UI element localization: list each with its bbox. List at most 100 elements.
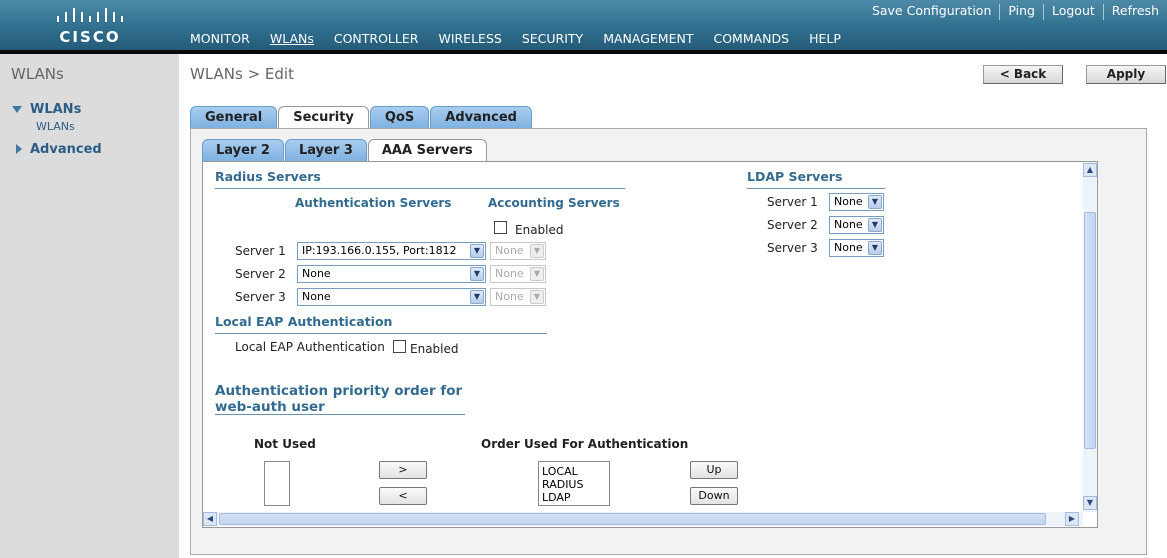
logout-link[interactable]: Logout <box>1042 4 1103 20</box>
priority-title-line2: web-auth user <box>215 399 325 415</box>
local-eap-title: Local EAP Authentication <box>215 314 393 329</box>
ping-link[interactable]: Ping <box>999 4 1043 20</box>
accounting-enabled-checkbox[interactable] <box>494 221 507 234</box>
expanded-triangle-icon[interactable] <box>12 106 22 113</box>
ldap-server1-label: Server 1 <box>767 195 818 209</box>
sidebar: WLANs WLANs WLANs Advanced <box>0 54 179 558</box>
priority-divider <box>215 414 465 415</box>
auth-server1-select[interactable]: IP:193.166.0.155, Port:1812 ▼ <box>297 242 486 260</box>
acct-server2-select: None ▼ <box>490 265 546 283</box>
vertical-scroll-thumb[interactable] <box>1084 212 1096 449</box>
nav-wireless[interactable]: WIRELESS <box>438 31 501 46</box>
tab-advanced[interactable]: Advanced <box>430 106 532 128</box>
move-left-button[interactable]: < <box>379 487 427 505</box>
subtab-aaa-servers[interactable]: AAA Servers <box>367 139 487 162</box>
ldap-server3-value: None <box>834 241 863 254</box>
nav-management[interactable]: MANAGEMENT <box>603 31 693 46</box>
ldap-server2-label: Server 2 <box>767 218 818 232</box>
save-configuration-link[interactable]: Save Configuration <box>864 4 999 20</box>
auth-server2-value: None <box>302 267 331 280</box>
horizontal-scroll-thumb[interactable] <box>219 513 1046 525</box>
main-tabs: General Security QoS Advanced <box>190 106 533 129</box>
chevron-down-icon: ▼ <box>868 218 882 232</box>
scroll-down-icon[interactable]: ▼ <box>1083 496 1097 510</box>
priority-title-line1: Authentication priority order for <box>215 383 463 399</box>
sidebar-item-wlans[interactable]: WLANs <box>30 102 81 117</box>
subtab-layer3[interactable]: Layer 3 <box>284 139 367 161</box>
not-used-listbox[interactable] <box>264 461 290 506</box>
local-eap-divider <box>215 333 547 334</box>
nav-controller[interactable]: CONTROLLER <box>334 31 419 46</box>
refresh-link[interactable]: Refresh <box>1102 4 1167 20</box>
security-subtabs: Layer 2 Layer 3 AAA Servers <box>202 139 488 162</box>
chevron-down-icon: ▼ <box>530 244 544 258</box>
ldap-server3-select[interactable]: None ▼ <box>829 239 884 257</box>
ldap-servers-title: LDAP Servers <box>747 169 843 184</box>
tab-qos[interactable]: QoS <box>369 106 430 128</box>
radius-servers-title: Radius Servers <box>215 169 321 184</box>
server1-label: Server 1 <box>235 244 286 258</box>
local-eap-label: Local EAP Authentication <box>235 340 385 354</box>
nav-security[interactable]: SECURITY <box>522 31 583 46</box>
chevron-down-icon: ▼ <box>868 195 882 209</box>
chevron-down-icon: ▼ <box>470 267 484 281</box>
ldap-server1-value: None <box>834 195 863 208</box>
top-header: CISCO Save Configuration Ping Logout Ref… <box>0 0 1167 50</box>
collapsed-triangle-icon[interactable] <box>16 144 22 154</box>
chevron-down-icon: ▼ <box>530 290 544 304</box>
local-eap-enabled-checkbox[interactable] <box>393 340 406 353</box>
apply-button[interactable]: Apply <box>1086 65 1166 84</box>
utility-links: Save Configuration Ping Logout Refresh <box>864 4 1167 20</box>
order-item-local[interactable]: LOCAL <box>542 465 609 478</box>
cisco-logo: CISCO <box>52 6 128 46</box>
nav-help[interactable]: HELP <box>809 31 841 46</box>
cisco-bars-icon <box>57 8 123 22</box>
auth-server3-value: None <box>302 290 331 303</box>
move-right-button[interactable]: > <box>379 461 427 479</box>
brand-text: CISCO <box>59 28 121 46</box>
ldap-server3-label: Server 3 <box>767 241 818 255</box>
server3-label: Server 3 <box>235 290 286 304</box>
sidebar-item-advanced[interactable]: Advanced <box>30 142 102 157</box>
subtab-layer2[interactable]: Layer 2 <box>202 139 284 161</box>
order-item-radius[interactable]: RADIUS <box>542 478 609 491</box>
nav-monitor[interactable]: MONITOR <box>190 31 250 46</box>
auth-server2-select[interactable]: None ▼ <box>297 265 486 283</box>
accounting-enabled-label: Enabled <box>515 223 564 237</box>
server2-label: Server 2 <box>235 267 286 281</box>
nav-commands[interactable]: COMMANDS <box>713 31 789 46</box>
auth-server3-select[interactable]: None ▼ <box>297 288 486 306</box>
order-used-listbox[interactable]: LOCAL RADIUS LDAP <box>538 461 610 506</box>
acct-server1-select: None ▼ <box>490 242 546 260</box>
main-nav: MONITOR WLANs CONTROLLER WIRELESS SECURI… <box>190 31 861 46</box>
chevron-down-icon: ▼ <box>470 244 484 258</box>
ldap-server2-value: None <box>834 218 863 231</box>
order-used-heading: Order Used For Authentication <box>481 437 689 451</box>
up-button[interactable]: Up <box>690 461 738 479</box>
auth-server1-value: IP:193.166.0.155, Port:1812 <box>302 244 457 257</box>
page-title: WLANs > Edit <box>190 65 294 83</box>
nav-wlans[interactable]: WLANs <box>270 31 314 46</box>
local-eap-enabled-label: Enabled <box>410 342 459 356</box>
tab-security[interactable]: Security <box>278 106 369 129</box>
acct-server3-value: None <box>495 290 524 303</box>
acct-server2-value: None <box>495 267 524 280</box>
back-button[interactable]: < Back <box>983 65 1063 84</box>
scroll-left-icon[interactable]: ◀ <box>203 512 217 526</box>
scroll-right-icon[interactable]: ▶ <box>1065 512 1079 526</box>
order-item-ldap[interactable]: LDAP <box>542 491 609 504</box>
chevron-down-icon: ▼ <box>470 290 484 304</box>
ldap-server2-select[interactable]: None ▼ <box>829 216 884 234</box>
tab-general[interactable]: General <box>190 106 278 128</box>
acct-server1-value: None <box>495 244 524 257</box>
acct-servers-heading: Accounting Servers <box>488 196 620 210</box>
acct-server3-select: None ▼ <box>490 288 546 306</box>
not-used-heading: Not Used <box>254 437 316 451</box>
sidebar-subitem-wlans[interactable]: WLANs <box>36 120 75 133</box>
down-button[interactable]: Down <box>690 487 738 505</box>
radius-divider <box>215 188 625 189</box>
scroll-up-icon[interactable]: ▲ <box>1083 163 1097 177</box>
ldap-divider <box>747 188 885 189</box>
chevron-down-icon: ▼ <box>530 267 544 281</box>
ldap-server1-select[interactable]: None ▼ <box>829 193 884 211</box>
